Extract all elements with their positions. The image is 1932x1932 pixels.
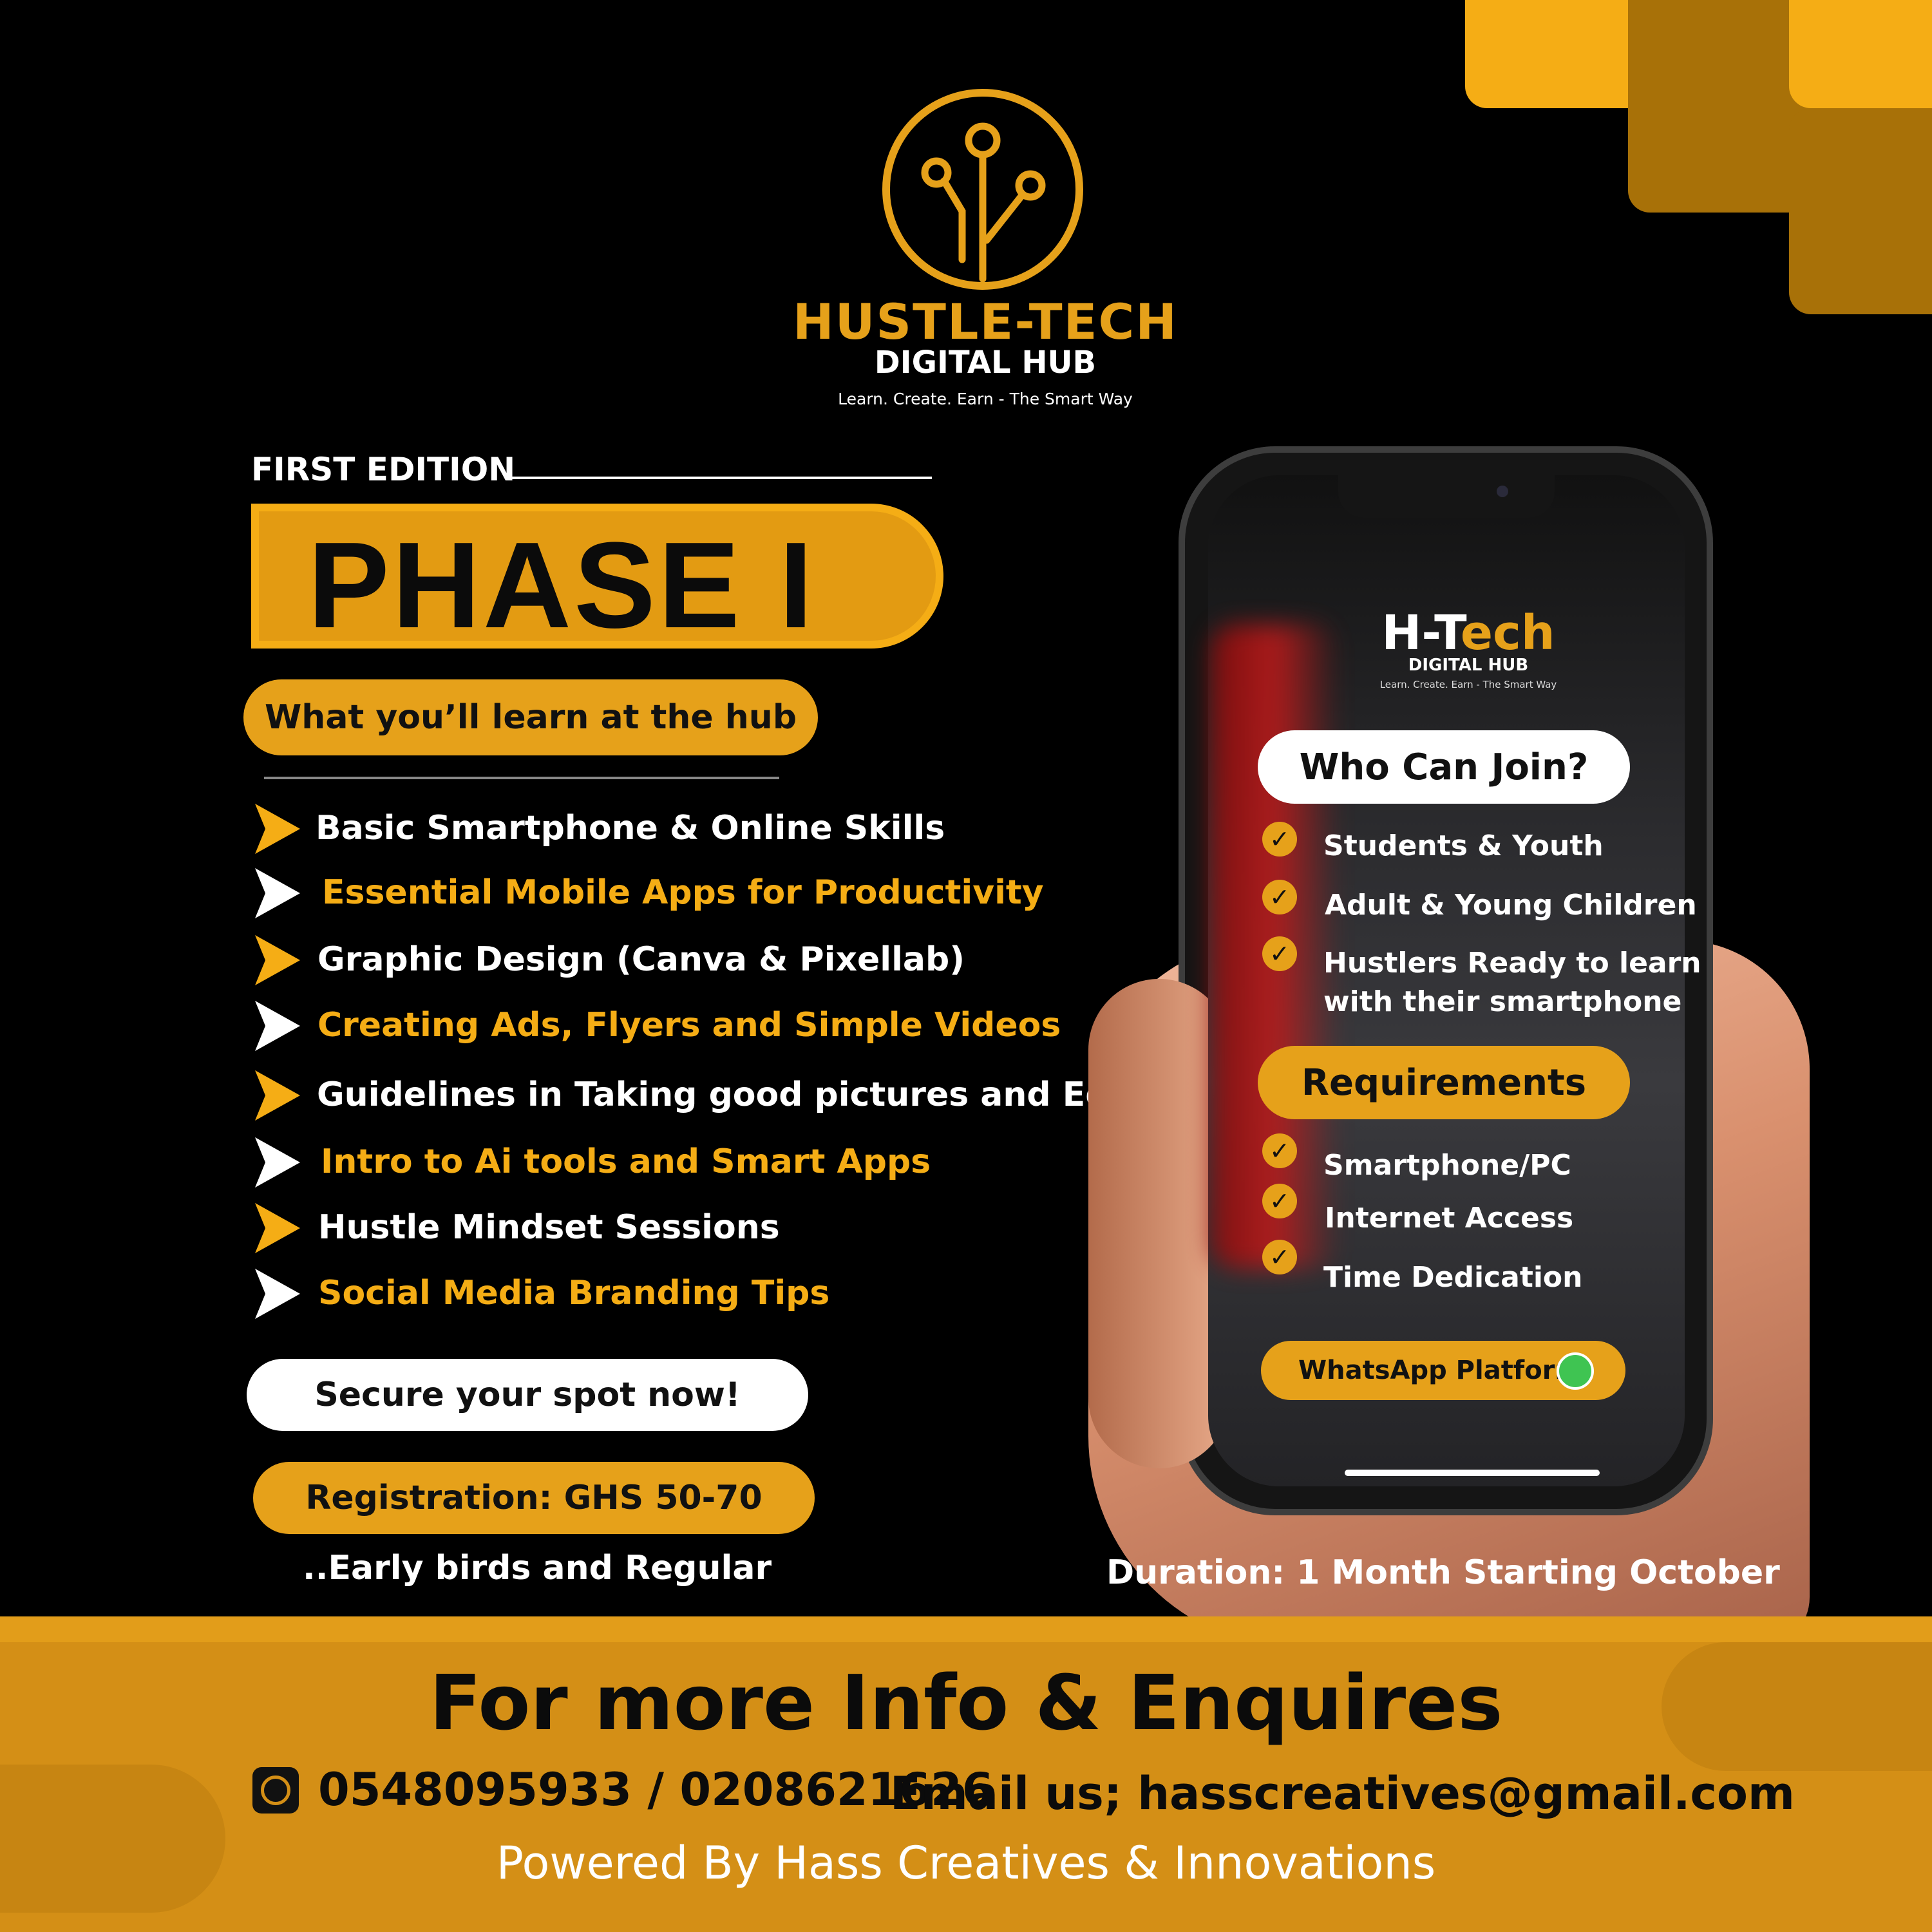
topic-label: Intro to Ai tools and Smart Apps [321, 1142, 931, 1181]
topic-label: Essential Mobile Apps for Productivity [322, 873, 1044, 912]
topic-item: Essential Mobile Apps for Productivity [251, 867, 1088, 918]
topic-label: Social Media Branding Tips [318, 1274, 830, 1312]
edition-label: FIRST EDITION [251, 451, 516, 488]
registration-pill: Registration: GHS 50-70 [253, 1462, 815, 1534]
topic-label: Basic Smartphone & Online Skills [316, 809, 945, 848]
arrow-right-icon [255, 804, 300, 854]
footer-top-strip [0, 1616, 1932, 1642]
corner-block-4 [1789, 108, 1932, 314]
screen-subtitle: DIGITAL HUB [1408, 656, 1529, 675]
arrow-right-icon [255, 1001, 300, 1051]
topic-label: Creating Ads, Flyers and Simple Videos [317, 1006, 1061, 1045]
who-item: Adult & Young Children [1325, 889, 1697, 922]
topic-item: Hustle Mindset Sessions [251, 1202, 1088, 1253]
arrow-right-icon [255, 868, 300, 918]
camera-icon [1497, 486, 1508, 497]
corner-block-3 [1789, 0, 1932, 108]
topic-label: Graphic Design (Canva & Pixellab) [317, 940, 965, 979]
edition-divider [506, 477, 932, 479]
registration-note: ..Early birds and Regular [303, 1549, 772, 1587]
topic-item: Guidelines in Taking good pictures and E… [251, 1069, 1196, 1121]
brand-tagline: Learn. Create. Earn - The Smart Way [838, 390, 1133, 408]
requirement-item: Time Dedication [1323, 1261, 1583, 1294]
phase-title: PHASE I [308, 517, 816, 654]
check-circle-icon: ✓ [1262, 1133, 1297, 1168]
home-indicator [1345, 1470, 1600, 1476]
arrow-right-icon [255, 935, 300, 985]
topic-item: Creating Ads, Flyers and Simple Videos [251, 999, 1088, 1051]
duration-text: Duration: 1 Month Starting October [1106, 1553, 1780, 1592]
screen-tagline: Learn. Create. Earn - The Smart Way [1379, 679, 1557, 690]
arrow-right-icon [255, 1203, 300, 1253]
topic-label: Hustle Mindset Sessions [318, 1208, 780, 1247]
requirement-item: Internet Access [1325, 1202, 1574, 1235]
secure-spot-button[interactable]: Secure your spot now! [247, 1359, 808, 1431]
screen-title: H-Tech [1340, 605, 1597, 661]
topic-item: Intro to Ai tools and Smart Apps [251, 1136, 1088, 1188]
topic-item: Social Media Branding Tips [251, 1267, 1088, 1319]
phone-notch [1338, 475, 1555, 518]
who-item: Students & Youth [1323, 829, 1604, 862]
check-circle-icon: ✓ [1262, 1184, 1297, 1218]
who-item: with their smartphone [1323, 985, 1682, 1018]
arrow-right-icon [255, 1269, 300, 1319]
arrow-right-icon [255, 1137, 300, 1188]
email-contact[interactable]: Email us; hasscreatives@gmail.com [890, 1767, 1795, 1820]
whatsapp-icon-ring [261, 1776, 290, 1805]
screen-title-part2: ech [1460, 605, 1555, 661]
check-circle-icon: ✓ [1262, 822, 1297, 857]
learn-divider [264, 777, 779, 779]
arrow-right-icon [255, 1070, 300, 1121]
topic-item: Basic Smartphone & Online Skills [251, 802, 1088, 854]
who-can-join-heading: Who Can Join? [1258, 730, 1630, 804]
check-circle-icon: ✓ [1262, 1240, 1297, 1274]
screen-title-part1: H-T [1381, 605, 1461, 661]
brand-subtitle: DIGITAL HUB [874, 345, 1097, 381]
topic-item: Graphic Design (Canva & Pixellab) [251, 934, 1088, 985]
brand-name: HUSTLE-TECH [793, 293, 1178, 350]
requirement-item: Smartphone/PC [1323, 1149, 1571, 1182]
requirements-heading: Requirements [1258, 1046, 1630, 1119]
who-item: Hustlers Ready to learn [1323, 947, 1701, 980]
powered-by: Powered By Hass Creatives & Innovations [496, 1837, 1436, 1889]
whatsapp-icon [1557, 1352, 1594, 1390]
footer-title: For more Info & Enquires [429, 1658, 1503, 1747]
topic-label: Guidelines in Taking good pictures and E… [317, 1075, 1197, 1114]
learn-heading-pill: What you’ll learn at the hub [243, 679, 818, 755]
logo-circuit-icon [921, 122, 1046, 283]
check-circle-icon: ✓ [1262, 880, 1297, 914]
check-circle-icon: ✓ [1262, 936, 1297, 971]
